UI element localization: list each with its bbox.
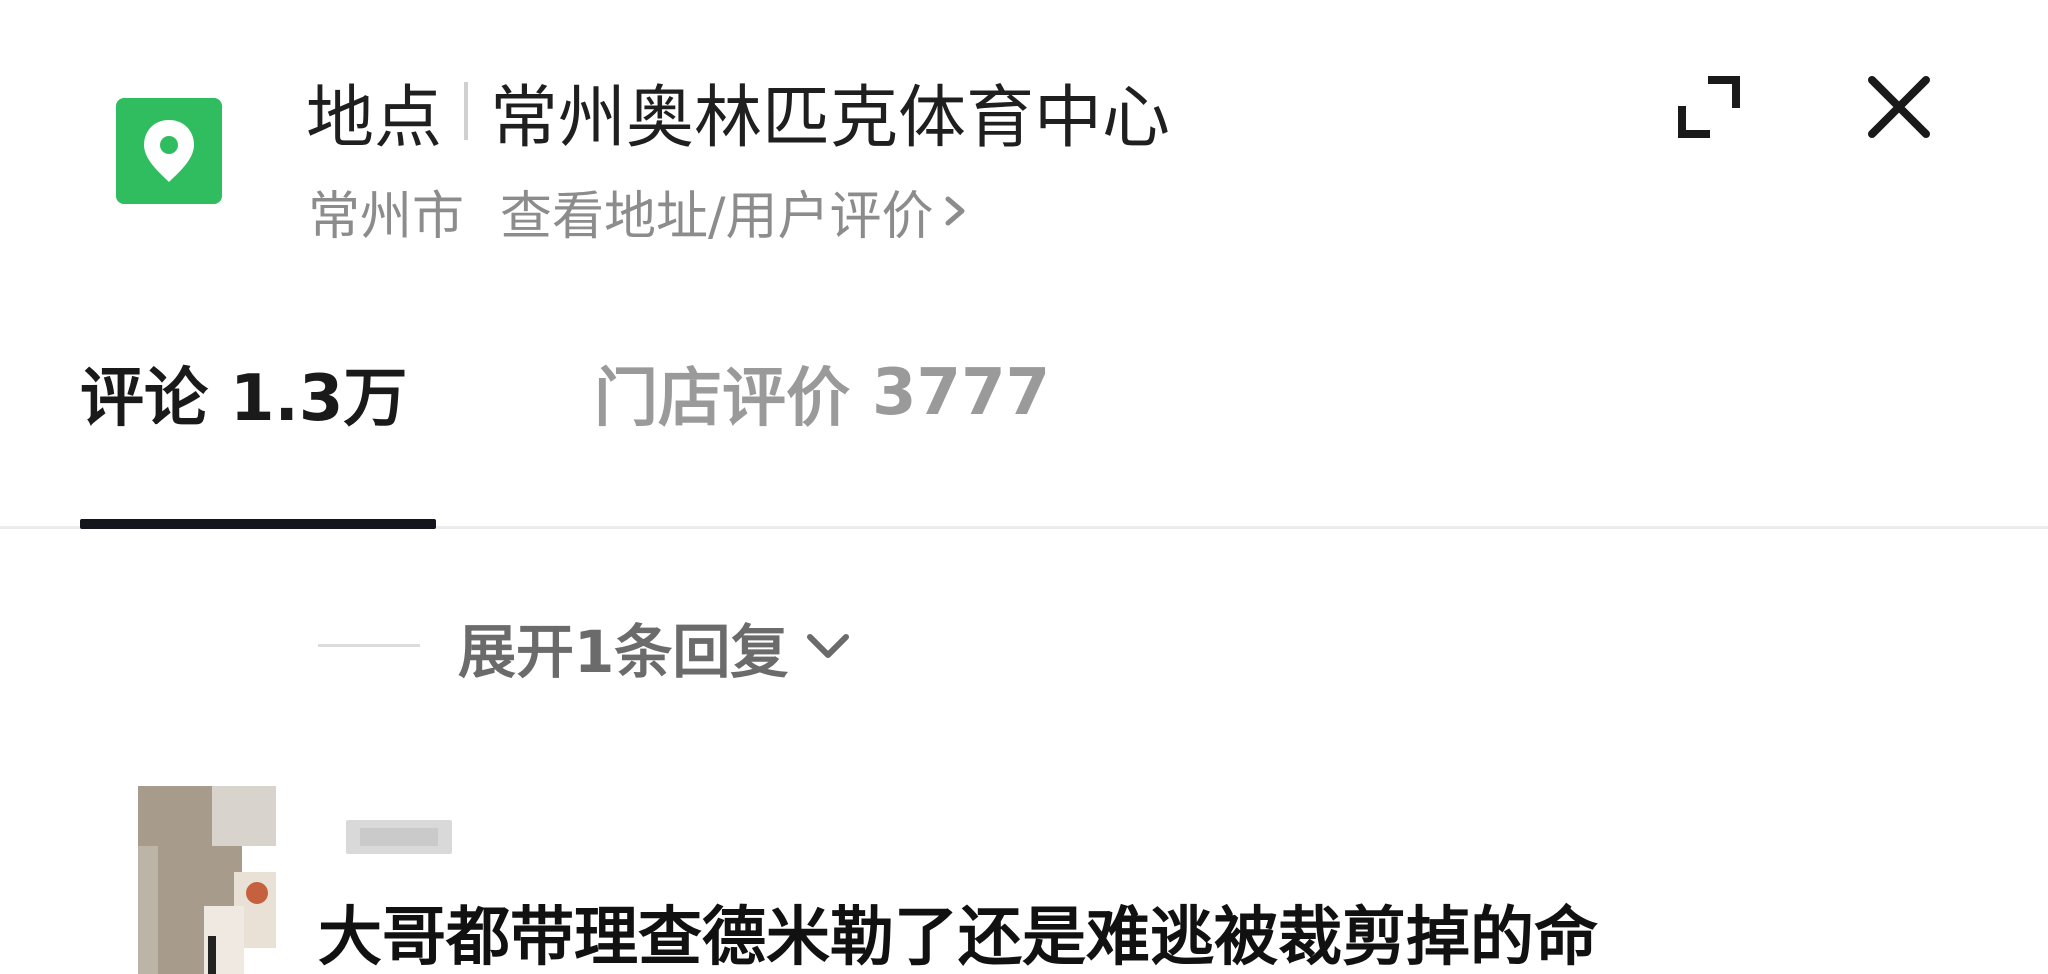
tab-comments-label: 评论 — [80, 362, 208, 436]
title-prefix: 地点 — [306, 78, 443, 158]
tab-comments[interactable]: 评论 1.3万 — [80, 350, 407, 436]
expand-replies-label: 展开1条回复 — [458, 618, 789, 686]
tab-comments-count: 1.3万 — [230, 362, 408, 436]
expand-button[interactable] — [1668, 66, 1750, 148]
close-icon — [1868, 76, 1930, 138]
comment-text: 大哥都带理查德米勒了还是难逃被裁剪掉的命 — [318, 901, 1598, 974]
chevron-down-icon — [804, 631, 852, 663]
reply-divider-line — [318, 644, 420, 647]
title-separator — [464, 82, 469, 140]
place-name: 常州奥林匹克体育中心 — [490, 78, 1171, 158]
place-subtitle: 常州市 查看地址/用户评价 — [308, 174, 968, 249]
username-redacted[interactable] — [346, 820, 452, 854]
tab-store-reviews-count: 3777 — [872, 356, 1051, 430]
view-address-link[interactable]: 查看地址/用户评价 — [500, 174, 968, 249]
active-tab-indicator — [80, 519, 436, 529]
tab-store-reviews[interactable]: 门店评价 3777 — [594, 350, 1050, 436]
avatar[interactable] — [138, 786, 276, 974]
close-button[interactable] — [1858, 66, 1940, 148]
view-address-label: 查看地址/用户评价 — [500, 186, 934, 247]
location-panel: 地点 常州奥林匹克体育中心 常州市 查看地址/用户评价 评论 1.3万 门店评价… — [0, 0, 2048, 974]
city-label: 常州市 — [308, 186, 465, 247]
expand-icon — [1678, 76, 1740, 138]
chevron-right-icon — [944, 191, 968, 231]
tab-store-reviews-label: 门店评价 — [594, 362, 850, 436]
place-title: 地点 常州奥林匹克体育中心 — [306, 66, 1170, 158]
location-pin-icon — [116, 98, 222, 204]
expand-replies-button[interactable]: 展开1条回复 — [458, 604, 852, 690]
